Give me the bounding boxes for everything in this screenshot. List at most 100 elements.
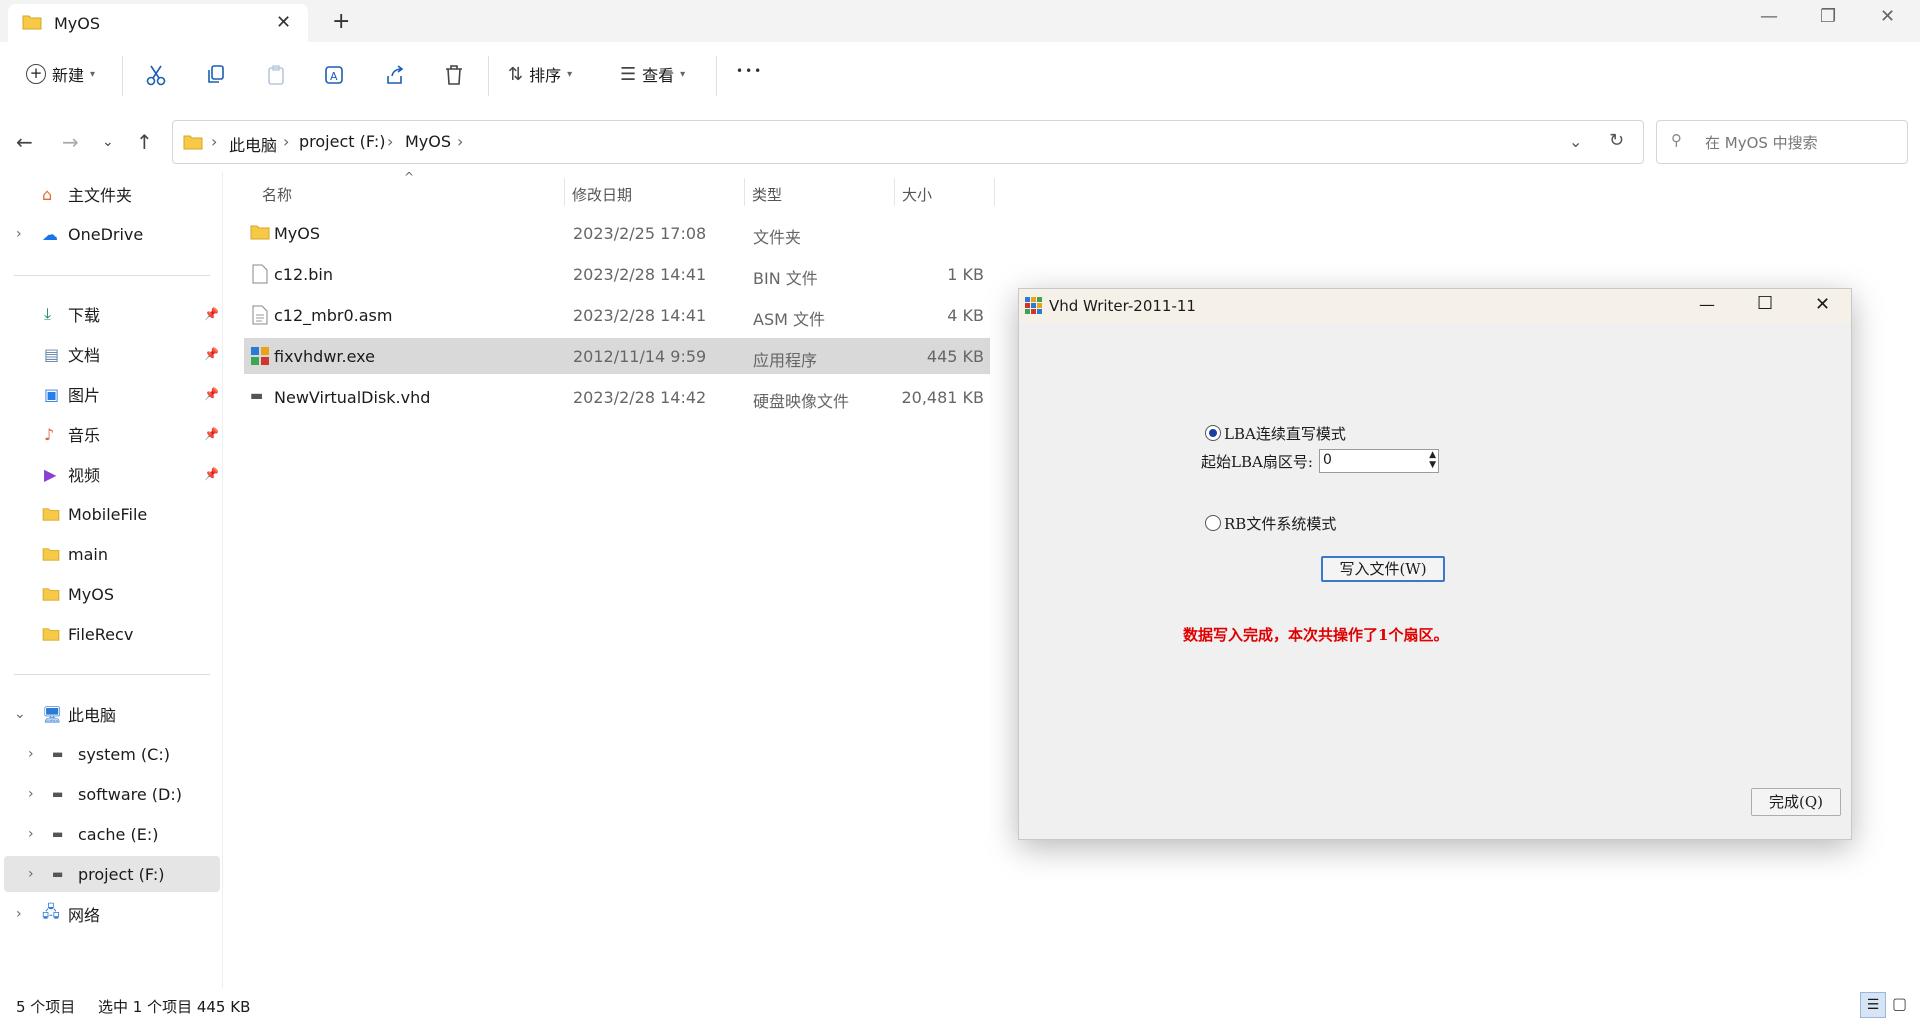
column-separator[interactable] [994,178,995,206]
file-name: NewVirtualDisk.vhd [274,388,431,407]
sidebar-item-label: MobileFile [68,504,148,524]
rename-icon[interactable]: A [324,64,346,86]
file-row[interactable]: ▬ NewVirtualDisk.vhd 2023/2/28 14:42 硬盘映… [244,379,990,415]
chevron-right-icon[interactable]: › [28,786,34,802]
column-separator[interactable] [744,178,745,206]
sidebar-item-drive-c[interactable]: › ▬ system (C:) [0,736,222,772]
sidebar-item-label: 下载 [68,306,101,325]
file-row[interactable]: c12.bin 2023/2/28 14:41 BIN 文件 1 KB [244,256,990,292]
column-header-type[interactable]: 类型 [752,184,782,205]
share-icon[interactable] [384,64,406,86]
search-icon: ⚲ [1671,131,1682,149]
sidebar-item-drive-d[interactable]: › ▬ software (D:) [0,776,222,812]
details-view-icon[interactable]: ☰ [1860,992,1886,1018]
sidebar-item-home[interactable]: ⌂ 主文件夹 [0,176,222,212]
chevron-right-icon[interactable]: › [28,826,34,842]
file-type: 文件夹 [753,228,802,247]
spin-arrows-icon[interactable]: ▲ ▼ [1429,450,1436,470]
tab-myos[interactable]: MyOS ✕ [8,4,308,42]
pin-icon[interactable]: 📌 [204,387,219,401]
computer-icon: 🖥 [42,704,63,724]
search-input[interactable]: 在 MyOS 中搜索 [1705,132,1818,153]
sidebar-item-onedrive[interactable]: › ☁ OneDrive [0,216,222,252]
cloud-icon: ☁ [42,224,58,244]
close-window-button[interactable]: ✕ [1880,6,1895,27]
search-box[interactable]: ⚲ 在 MyOS 中搜索 [1656,120,1908,164]
sidebar-item-filerecv[interactable]: FileRecv [0,616,222,652]
copy-icon[interactable] [206,64,226,86]
divider [122,56,123,96]
write-file-button[interactable]: 写入文件(W) [1321,556,1445,582]
file-row[interactable]: MyOS 2023/2/25 17:08 文件夹 [244,215,990,251]
cut-icon[interactable] [146,64,166,86]
pin-icon[interactable]: 📌 [204,427,219,441]
chevron-right-icon[interactable]: › [28,746,34,762]
recent-locations-icon[interactable]: ⌄ [102,134,114,150]
address-bar[interactable]: › 此电脑 › project (F:) › MyOS › ⌄ ↻ [172,120,1644,164]
sort-button[interactable]: ⇅ 排序 ▾ [508,62,572,86]
file-row-selected[interactable]: fixvhdwr.exe 2012/11/14 9:59 应用程序 445 KB [244,338,990,374]
paste-icon[interactable] [266,64,286,86]
dialog-maximize-button[interactable]: ☐ [1757,293,1773,314]
delete-icon[interactable] [444,64,464,86]
sidebar-item-videos[interactable]: ▶ 视频 📌 [0,456,222,492]
sidebar-item-downloads[interactable]: ⤓ 下载 📌 [0,296,222,332]
sidebar-item-network[interactable]: › 🖧 网络 [0,896,222,932]
new-button[interactable]: + 新建 ▾ [26,62,95,86]
more-options-button[interactable]: ••• [736,64,763,78]
start-lba-input[interactable]: 0 [1323,452,1332,468]
sidebar-item-myos[interactable]: MyOS [0,576,222,612]
chevron-down-icon[interactable]: ⌄ [14,706,26,722]
chevron-right-icon[interactable]: › [16,906,22,922]
refresh-icon[interactable]: ↻ [1609,130,1624,151]
up-arrow-icon[interactable]: ↑ [136,130,153,154]
chevron-right-icon[interactable]: › [16,226,22,242]
sidebar-item-documents[interactable]: ▤ 文档 📌 [0,336,222,372]
sidebar-item-label: MyOS [68,584,115,604]
svg-text:A: A [330,70,338,83]
sidebar-item-drive-e[interactable]: › ▬ cache (E:) [0,816,222,852]
view-button[interactable]: ☰ 查看 ▾ [620,62,685,86]
file-name: c12.bin [274,265,333,284]
folder-icon [42,588,60,601]
pin-icon[interactable]: 📌 [204,467,219,481]
dialog-title-bar: Vhd Writer-2011-11 — ☐ ✕ [1019,289,1851,323]
dialog-close-button[interactable]: ✕ [1815,294,1830,315]
done-button[interactable]: 完成(Q) [1751,788,1841,816]
start-lba-spinbox[interactable]: 0 ▲ ▼ [1319,449,1439,473]
column-separator[interactable] [564,178,565,206]
pane-divider [222,172,223,988]
column-separator[interactable] [894,178,895,206]
back-arrow-icon[interactable]: ← [16,130,33,154]
tiles-view-icon[interactable]: ▢ [1892,994,1907,1013]
pin-icon[interactable]: 📌 [204,307,219,321]
restore-button[interactable]: ❐ [1820,6,1836,27]
sidebar-item-music[interactable]: ♪ 音乐 📌 [0,416,222,452]
pin-icon[interactable]: 📌 [204,347,219,361]
sidebar-item-pictures[interactable]: ▣ 图片 📌 [0,376,222,412]
column-header-name[interactable]: 名称 [262,184,292,205]
sidebar-item-label: 音乐 [68,426,101,445]
column-header-date[interactable]: 修改日期 [572,184,632,205]
sidebar-item-main[interactable]: main [0,536,222,572]
radio-lba-mode[interactable] [1205,425,1221,441]
column-header-size[interactable]: 大小 [902,184,932,205]
minimize-button[interactable]: — [1760,6,1778,27]
breadcrumb-this-pc[interactable]: 此电脑 [229,132,277,156]
file-date: 2023/2/25 17:08 [573,224,707,243]
file-type: 应用程序 [753,351,818,370]
breadcrumb-myos[interactable]: MyOS [405,132,451,151]
chevron-right-icon[interactable]: › [28,866,34,882]
close-tab-icon[interactable]: ✕ [276,12,291,33]
breadcrumb-project-drive[interactable]: project (F:) [299,132,385,151]
sidebar-item-this-pc[interactable]: ⌄ 🖥 此电脑 [0,696,222,732]
sidebar-item-mobilefile[interactable]: MobileFile [0,496,222,532]
app-icon [1025,297,1042,314]
sidebar-item-drive-f[interactable]: › ▬ project (F:) [4,856,220,892]
file-row[interactable]: c12_mbr0.asm 2023/2/28 14:41 ASM 文件 4 KB [244,297,990,333]
radio-fs-mode[interactable] [1205,515,1221,531]
new-tab-button[interactable]: + [332,9,350,34]
address-dropdown-icon[interactable]: ⌄ [1569,132,1582,151]
forward-arrow-icon[interactable]: → [62,130,79,154]
dialog-minimize-button[interactable]: — [1699,295,1715,314]
